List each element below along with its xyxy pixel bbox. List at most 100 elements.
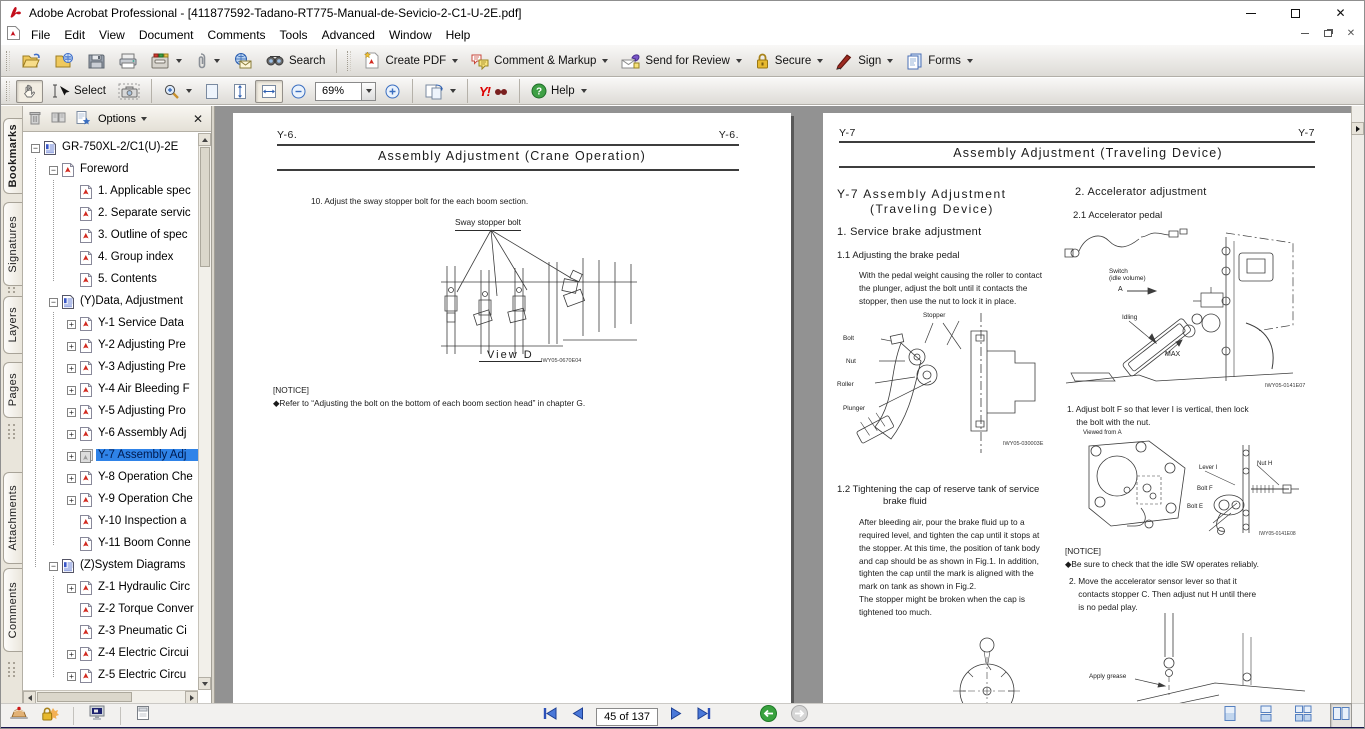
- page-display-button[interactable]: [419, 80, 461, 103]
- continuous-facing-layout-button[interactable]: [1292, 703, 1314, 729]
- fit-page-button[interactable]: [227, 80, 253, 103]
- facing-layout-button[interactable]: [1330, 703, 1352, 729]
- menu-window[interactable]: Window: [382, 27, 439, 43]
- menu-comments[interactable]: Comments: [201, 27, 273, 43]
- bookmark-item[interactable]: −GR-750XL-2/C1(U)-2E: [23, 138, 198, 160]
- tab-signatures[interactable]: Signatures: [3, 202, 22, 286]
- print-button[interactable]: [113, 49, 143, 73]
- bookmark-item[interactable]: 3. Outline of spec: [23, 226, 198, 248]
- next-view-button[interactable]: [790, 704, 809, 728]
- tab-attachments[interactable]: Attachments: [3, 472, 22, 564]
- zoom-tool-caret[interactable]: [186, 89, 192, 93]
- bookmark-item[interactable]: +Y-2 Adjusting Pre: [23, 336, 198, 358]
- menu-file[interactable]: File: [24, 27, 57, 43]
- bookmark-item[interactable]: 4. Group index: [23, 248, 198, 270]
- delete-bookmark-icon[interactable]: [28, 110, 42, 128]
- page-view-icon[interactable]: [135, 705, 151, 726]
- scrollbar-thumb[interactable]: [200, 147, 210, 267]
- bookmark-item[interactable]: Z-2 Torque Conver: [23, 600, 198, 622]
- bookmark-item[interactable]: 2. Separate servic: [23, 204, 198, 226]
- toolbar-grip[interactable]: [6, 51, 10, 71]
- bookmark-item[interactable]: 5. Contents: [23, 270, 198, 292]
- continuous-layout-button[interactable]: [1256, 703, 1276, 729]
- secure-button[interactable]: Secure: [749, 49, 828, 73]
- collapse-box-icon[interactable]: −: [31, 144, 40, 153]
- fit-width-button[interactable]: [255, 80, 283, 103]
- forms-caret[interactable]: [967, 59, 973, 63]
- expand-box-icon[interactable]: +: [67, 650, 76, 659]
- comment-markup-caret[interactable]: [602, 59, 608, 63]
- forms-button[interactable]: Forms: [900, 49, 978, 73]
- bookmark-item[interactable]: −Foreword: [23, 160, 198, 182]
- secure-caret[interactable]: [817, 59, 823, 63]
- bookmark-item[interactable]: Y-11 Boom Conne: [23, 534, 198, 556]
- scroll-down-button[interactable]: [198, 677, 211, 690]
- open-web-page-button[interactable]: [49, 49, 80, 73]
- toolbar-grip[interactable]: [6, 81, 10, 101]
- expand-box-icon[interactable]: +: [67, 364, 76, 373]
- collapse-box-icon[interactable]: −: [49, 166, 58, 175]
- menu-edit[interactable]: Edit: [57, 27, 92, 43]
- new-bookmark-icon[interactable]: [75, 110, 90, 128]
- expand-box-icon[interactable]: +: [67, 584, 76, 593]
- snapshot-button[interactable]: [113, 80, 145, 103]
- expand-box-icon[interactable]: +: [67, 342, 76, 351]
- expand-box-icon[interactable]: +: [67, 320, 76, 329]
- bookmark-item[interactable]: +Y-6 Assembly Adj: [23, 424, 198, 446]
- doc-minimize-button[interactable]: [1298, 26, 1312, 40]
- menu-help[interactable]: Help: [439, 27, 478, 43]
- comment-markup-button[interactable]: Comment & Markup: [465, 49, 613, 73]
- yahoo-search-button[interactable]: Y!: [474, 81, 513, 102]
- maximize-button[interactable]: [1273, 1, 1318, 25]
- scrollbar-thumb[interactable]: [37, 692, 132, 702]
- sign-button[interactable]: Sign: [830, 49, 898, 73]
- bookmarks-horizontal-scrollbar[interactable]: [23, 690, 198, 703]
- zoom-in-tool-button[interactable]: [158, 80, 197, 103]
- bookmark-item[interactable]: +Z-1 Hydraulic Circ: [23, 578, 198, 600]
- bookmark-item[interactable]: +Y-1 Service Data: [23, 314, 198, 336]
- previous-page-button[interactable]: [570, 706, 584, 726]
- collapse-box-icon[interactable]: −: [49, 562, 58, 571]
- last-page-button[interactable]: [696, 706, 713, 726]
- actual-size-button[interactable]: [199, 80, 225, 103]
- doc-close-button[interactable]: ✕: [1344, 26, 1358, 40]
- scroll-up-button[interactable]: [198, 133, 211, 146]
- bookmarks-vertical-scrollbar[interactable]: [198, 133, 211, 690]
- zoom-level-dropdown[interactable]: [361, 82, 376, 101]
- select-tool-button[interactable]: Select: [45, 80, 111, 102]
- help-button[interactable]: ?Help: [526, 80, 592, 102]
- search-button[interactable]: Search: [260, 50, 330, 72]
- open-button[interactable]: [16, 49, 47, 73]
- expand-box-icon[interactable]: +: [67, 408, 76, 417]
- previous-view-button[interactable]: [759, 704, 778, 728]
- bookmark-item[interactable]: −(Z)System Diagrams: [23, 556, 198, 578]
- expand-current-bookmark-icon[interactable]: [50, 110, 67, 127]
- document-rights-icon[interactable]: [9, 705, 29, 727]
- menu-view[interactable]: View: [92, 27, 132, 43]
- page-number-input[interactable]: [596, 708, 658, 726]
- close-panel-icon[interactable]: ✕: [190, 112, 206, 126]
- attach-button[interactable]: [189, 49, 225, 73]
- next-page-button[interactable]: [670, 706, 684, 726]
- expand-box-icon[interactable]: +: [67, 430, 76, 439]
- hand-tool-button[interactable]: [16, 80, 43, 103]
- bookmark-item[interactable]: +Y-7 Assembly Adj: [23, 446, 198, 468]
- bookmark-item[interactable]: +Y-3 Adjusting Pre: [23, 358, 198, 380]
- send-for-review-button[interactable]: Send for Review: [615, 49, 746, 73]
- email-button[interactable]: [227, 49, 258, 73]
- expand-box-icon[interactable]: +: [67, 496, 76, 505]
- help-caret[interactable]: [581, 89, 587, 93]
- organizer-button[interactable]: [145, 49, 187, 73]
- create-pdf-caret[interactable]: [452, 59, 458, 63]
- menu-document[interactable]: Document: [132, 27, 201, 43]
- bookmark-item[interactable]: +Y-4 Air Bleeding F: [23, 380, 198, 402]
- zoom-in-button[interactable]: [379, 80, 406, 103]
- organizer-dropdown-caret[interactable]: [176, 59, 182, 63]
- toolbar-grip[interactable]: [347, 51, 351, 71]
- menu-advanced[interactable]: Advanced: [315, 27, 382, 43]
- send-review-caret[interactable]: [736, 59, 742, 63]
- save-button[interactable]: [82, 49, 111, 73]
- menu-tools[interactable]: Tools: [273, 27, 315, 43]
- bookmark-item[interactable]: +Y-9 Operation Che: [23, 490, 198, 512]
- bookmark-item[interactable]: +Y-5 Adjusting Pro: [23, 402, 198, 424]
